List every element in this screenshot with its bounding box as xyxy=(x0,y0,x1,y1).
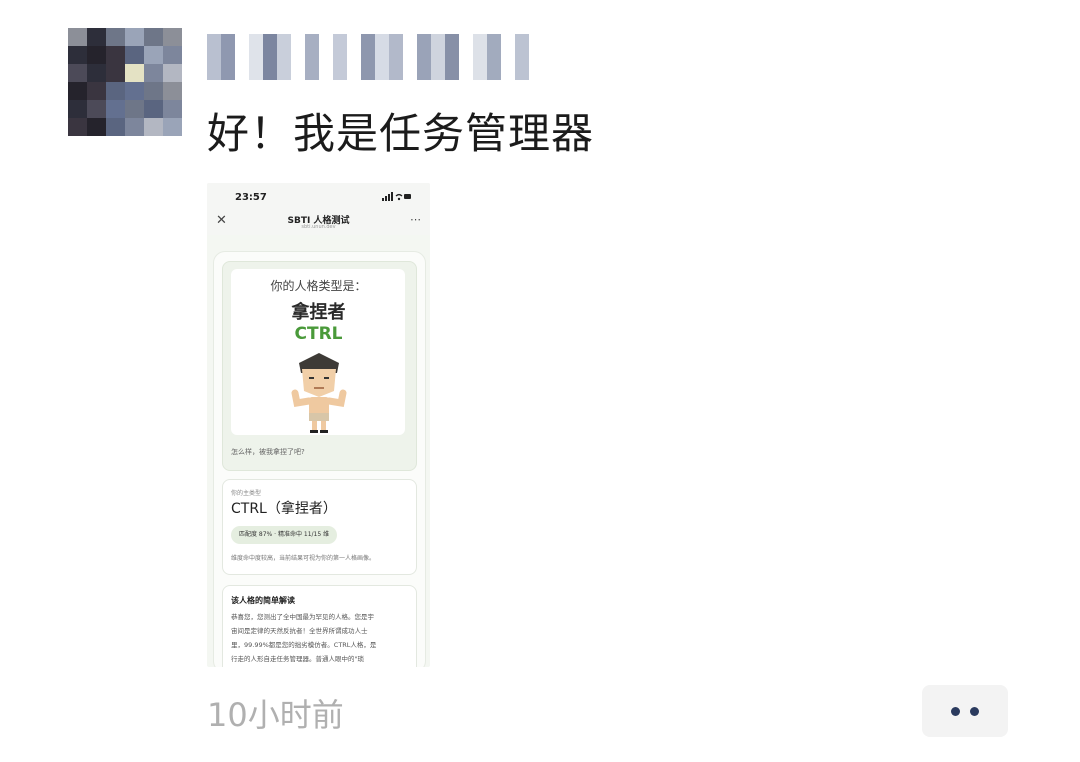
detail-title: CTRL（拿捏者） xyxy=(231,501,337,517)
type-code: CTRL xyxy=(294,324,343,344)
more-icon[interactable]: ⋯ xyxy=(410,213,421,226)
post-text: 好！我是任务管理器 xyxy=(207,109,595,158)
status-icons xyxy=(382,192,412,204)
result-caption: 怎么样，被我拿捏了吧? xyxy=(231,448,305,456)
phone-nav-bar: ✕ SBTI 人格测试 sbti.unun.dev ⋯ xyxy=(207,211,430,235)
phone-status-bar: 23:57 xyxy=(207,183,430,211)
character-illustration xyxy=(291,353,347,433)
more-actions-button[interactable] xyxy=(922,685,1008,737)
image-thumbnail[interactable]: 23:57 ✕ SBTI 人格测试 sbti.unun.dev ⋯ 你的人格类型… xyxy=(207,183,430,667)
dot-icon xyxy=(970,706,979,716)
phone-page-url: sbti.unun.dev xyxy=(301,224,336,230)
detail-label: 你的主类型 xyxy=(231,490,262,497)
avatar[interactable] xyxy=(68,28,182,136)
nickname-blurred xyxy=(207,34,529,80)
brief-title: 该人格的简单解读 xyxy=(231,596,295,605)
type-label: 你的人格类型是： xyxy=(270,279,367,293)
type-name: 拿捏者 xyxy=(291,302,346,323)
brief-line: 行走的人形自走任务管理器。普通人眼中的"琐 xyxy=(231,655,364,663)
brief-line: 宙间是定律的天然反抗者！全世界所谓成功人士 xyxy=(231,627,368,635)
brief-line: 里，99.99%都是您的拙劣模仿者。CTRL人格，是 xyxy=(231,641,377,649)
match-badge: 匹配度 87% · 精准命中 11/15 维 xyxy=(231,526,338,544)
detail-note: 维度命中度较高，当前结果可视为你的第一人格画像。 xyxy=(231,555,376,562)
brief-line: 恭喜您，您测出了全中国最为罕见的人格。您是宇 xyxy=(231,613,374,621)
status-time: 23:57 xyxy=(235,192,267,203)
dot-icon xyxy=(951,706,960,716)
post-time: 10小时前 xyxy=(207,696,344,734)
